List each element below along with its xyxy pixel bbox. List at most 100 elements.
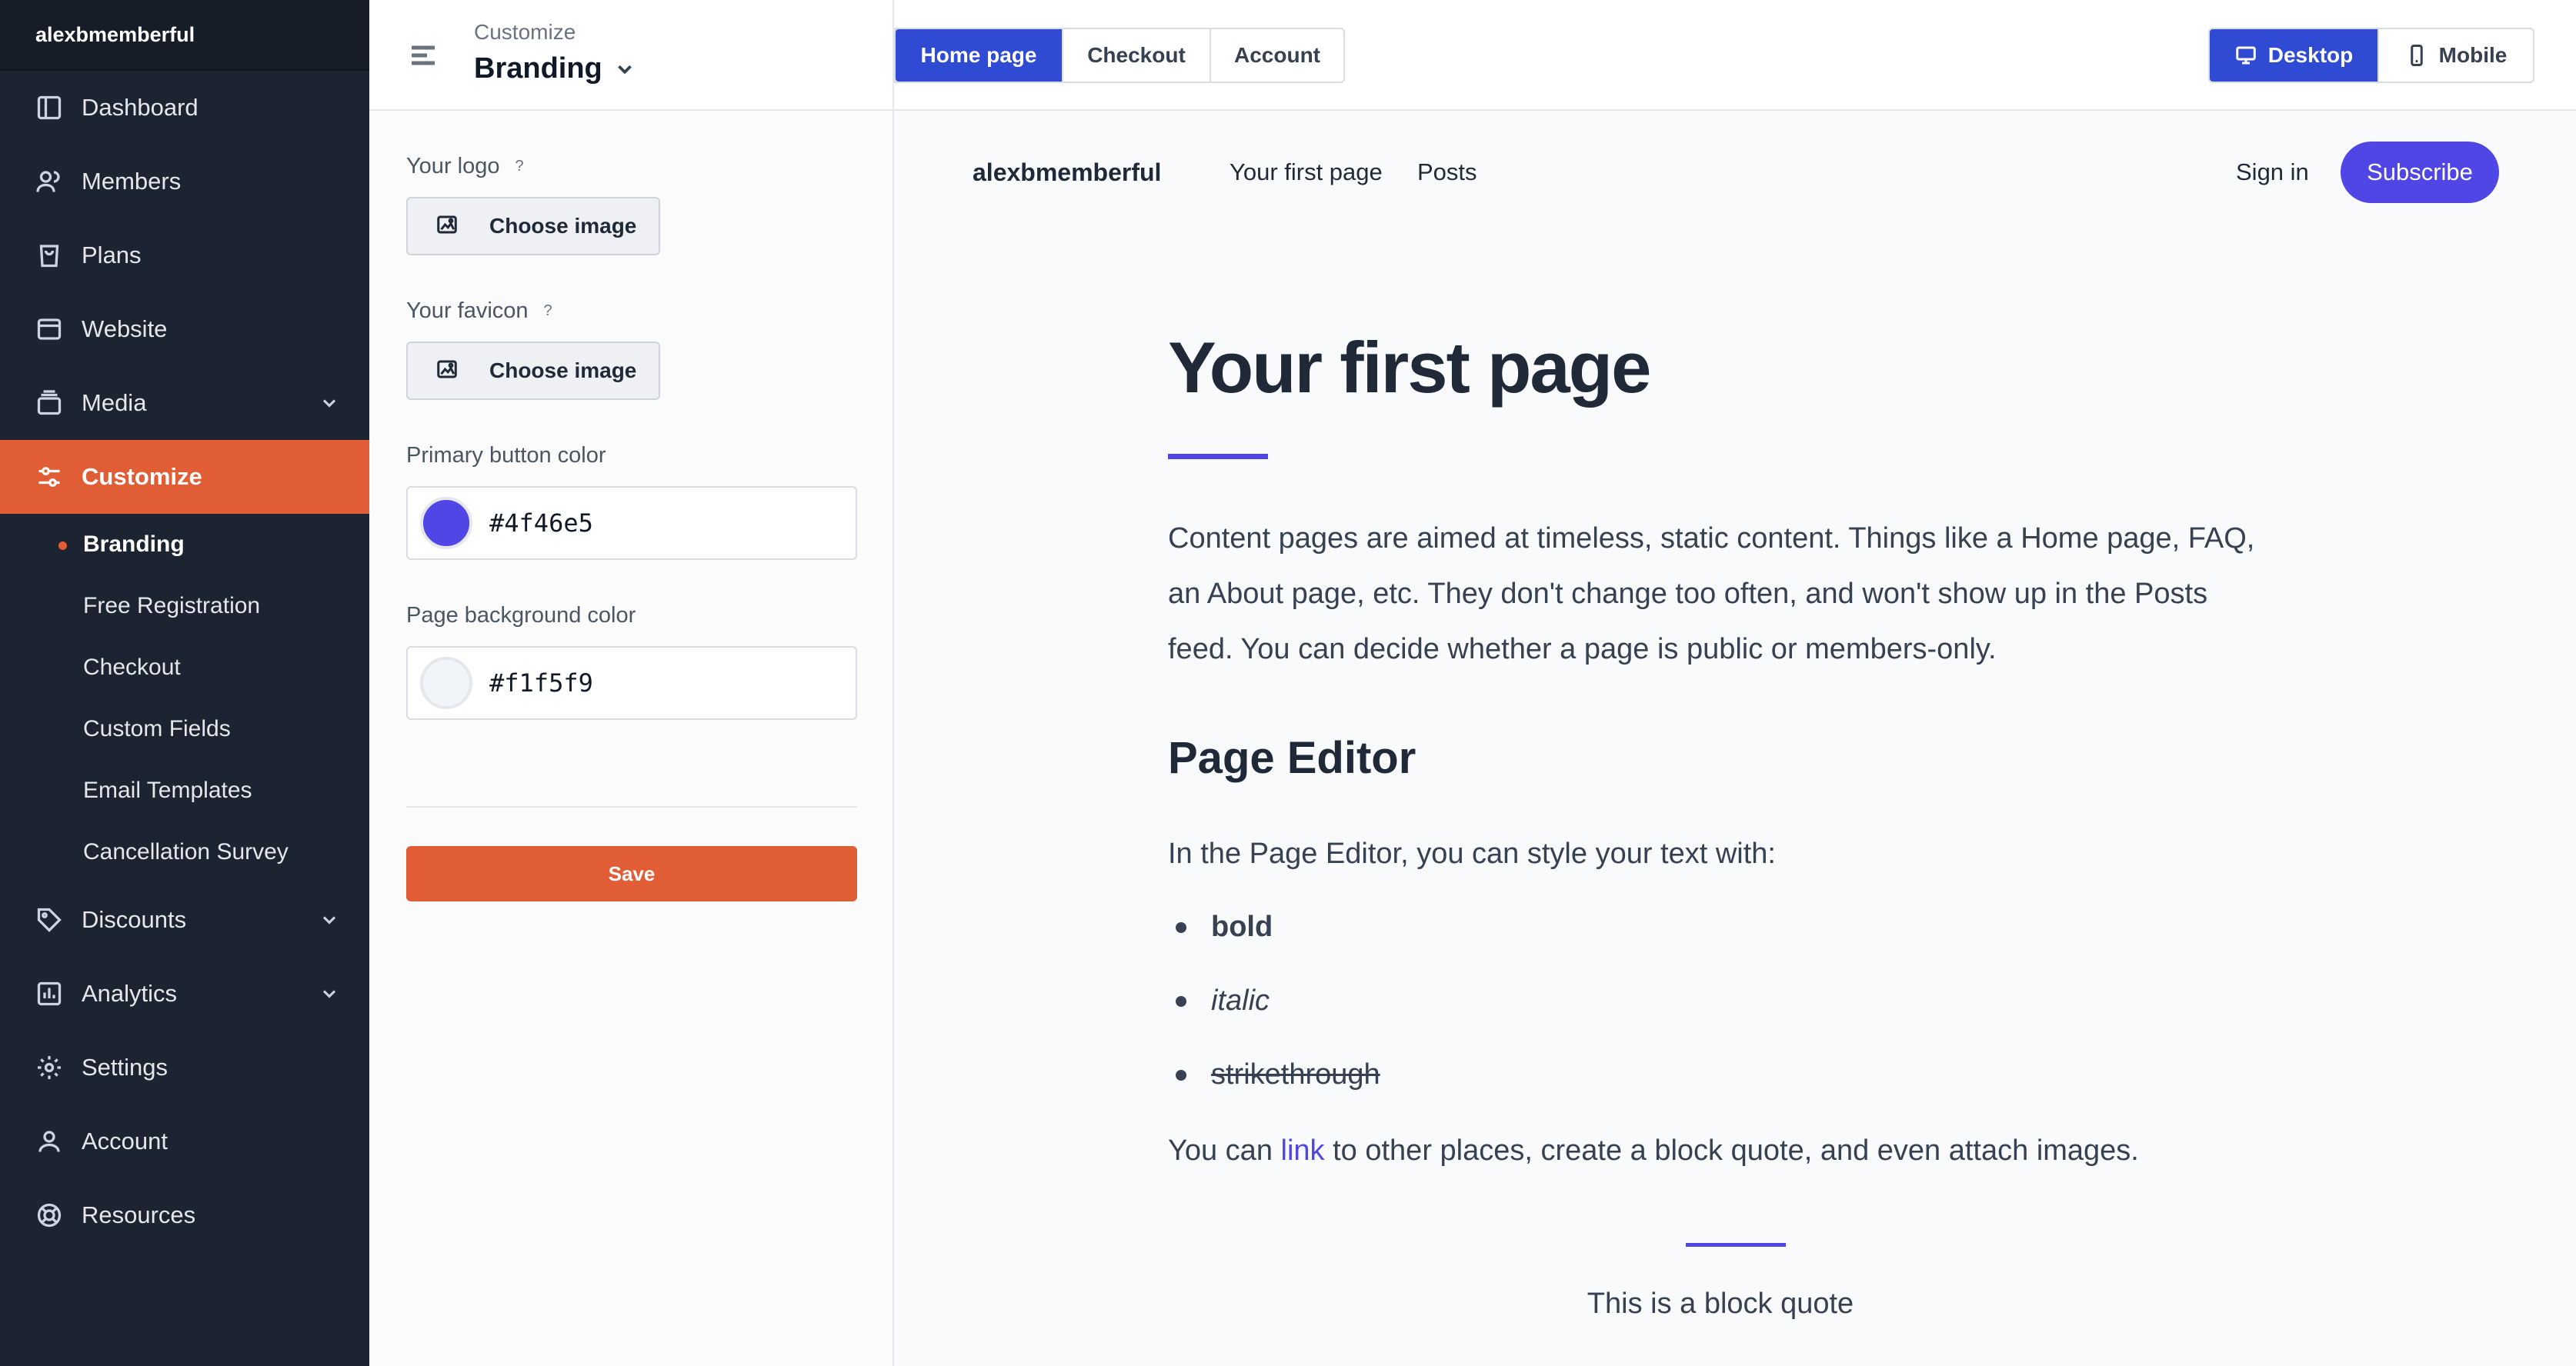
sidebar-subitem-free-registration[interactable]: Free Registration (0, 575, 369, 637)
primary-color-value[interactable]: #4f46e5 (489, 508, 593, 538)
sidebar-item-label: Plans (82, 242, 142, 268)
sidebar-item-website[interactable]: Website (0, 292, 369, 366)
list-item: strikethrough (1168, 1058, 1380, 1091)
menu-icon[interactable] (408, 40, 439, 71)
sidebar-item-analytics[interactable]: Analytics (0, 957, 369, 1031)
preview-inline-link[interactable]: link (1281, 1134, 1325, 1167)
primary-color-swatch[interactable] (420, 497, 472, 549)
sidebar-item-label: Resources (82, 1201, 196, 1228)
page-switcher: Home page Checkout Account (894, 28, 1345, 83)
favicon-label-text: Your favicon (406, 298, 529, 323)
background-color-field[interactable]: #f1f5f9 (406, 646, 857, 720)
blockquote-text: This is a block quote (1587, 1288, 1854, 1320)
sidebar-item-plans[interactable]: Plans (0, 218, 369, 292)
sidebar-item-label: Website (82, 315, 168, 342)
help-icon[interactable]: ? (515, 158, 523, 175)
mobile-icon (2410, 45, 2423, 66)
panel-title: Branding (474, 52, 602, 85)
device-mobile-label: Mobile (2438, 43, 2508, 67)
help-icon[interactable]: ? (544, 302, 552, 320)
sidebar-item-dashboard[interactable]: Dashboard (0, 71, 369, 145)
dashboard-icon (34, 92, 65, 123)
list-item-italic: italic (1211, 985, 1270, 1017)
tag-icon (34, 905, 65, 935)
device-switcher: Desktop Mobile (2208, 28, 2534, 83)
preview-nav-first-page[interactable]: Your first page (1230, 158, 1383, 186)
active-dot (58, 541, 67, 550)
sidebar-subitem-label: Custom Fields (83, 716, 231, 741)
chevron-down-icon (319, 983, 340, 1005)
chevron-down-icon (617, 65, 632, 74)
list-item-bold: bold (1211, 911, 1273, 943)
preview-sign-in[interactable]: Sign in (2236, 158, 2309, 186)
primary-color-field[interactable]: #4f46e5 (406, 486, 857, 560)
site-preview: alexbmemberful Your first page Posts Sig… (894, 111, 2576, 1366)
bullet (1176, 921, 1186, 933)
sidebar-item-label: Media (82, 389, 147, 416)
bar-chart-icon (34, 978, 65, 1009)
sidebar-subitem-label: Email Templates (83, 778, 252, 803)
tab-home-page[interactable]: Home page (896, 29, 1063, 82)
preview-subscribe-button[interactable]: Subscribe (2341, 142, 2499, 203)
sidebar-subitem-custom-fields[interactable]: Custom Fields (0, 698, 369, 760)
sidebar-item-settings[interactable]: Settings (0, 1031, 369, 1104)
bullet (1176, 995, 1186, 1007)
paragraph-text: to other places, create a block quote, a… (1324, 1134, 2139, 1167)
preview-nav-posts[interactable]: Posts (1417, 158, 1477, 186)
sidebar-subitem-cancellation-survey[interactable]: Cancellation Survey (0, 821, 369, 883)
background-color-value[interactable]: #f1f5f9 (489, 668, 593, 698)
gear-icon (34, 1052, 65, 1083)
sidebar-item-media[interactable]: Media (0, 366, 369, 440)
sidebar-subitem-label: Cancellation Survey (83, 839, 289, 865)
paragraph-text: You can (1168, 1134, 1281, 1167)
sidebar-item-members[interactable]: Members (0, 145, 369, 218)
sidebar-item-label: Members (82, 168, 182, 195)
account-name[interactable]: alexbmemberful (0, 0, 369, 71)
sidebar-item-label: Account (82, 1128, 169, 1154)
device-mobile-button[interactable]: Mobile (2379, 29, 2533, 82)
divider (406, 806, 857, 808)
heading-underline (1168, 454, 1268, 459)
chevron-down-icon (319, 392, 340, 414)
sidebar-item-account[interactable]: Account (0, 1104, 369, 1178)
sidebar-subitem-checkout[interactable]: Checkout (0, 637, 369, 698)
preview-site-name[interactable]: alexbmemberful (973, 158, 1161, 187)
panel-eyebrow: Customize (474, 20, 576, 44)
sidebar-subitem-label: Free Registration (83, 593, 261, 618)
background-color-label: Page background color (406, 603, 636, 628)
device-desktop-label: Desktop (2267, 43, 2354, 67)
sidebar-item-customize[interactable]: Customize (0, 440, 369, 514)
sidebar-subitem-email-templates[interactable]: Email Templates (0, 760, 369, 821)
bullet (1176, 1069, 1186, 1081)
sidebar-subitem-branding[interactable]: Branding (0, 514, 369, 575)
choose-logo-button[interactable]: Choose image (406, 197, 660, 255)
save-button[interactable]: Save (406, 846, 857, 901)
list-item-strikethrough: strikethrough (1211, 1058, 1380, 1091)
choose-favicon-button[interactable]: Choose image (406, 342, 660, 400)
logo-label: Your logo ? (406, 154, 524, 179)
panel-title-dropdown[interactable]: Branding (474, 52, 636, 85)
choose-image-label: Choose image (489, 214, 637, 238)
preview-subheading: Page Editor (1168, 733, 1416, 783)
user-icon (34, 1126, 65, 1157)
device-desktop-button[interactable]: Desktop (2210, 29, 2379, 82)
image-icon (435, 213, 462, 239)
primary-color-label: Primary button color (406, 443, 606, 468)
tab-checkout[interactable]: Checkout (1063, 29, 1211, 82)
branding-panel: Customize Branding Your logo ? Choose im… (369, 0, 894, 1366)
users-icon (34, 166, 65, 197)
preview-intro-paragraph: Content pages are aimed at timeless, sta… (1168, 511, 2307, 677)
bag-icon (34, 240, 65, 271)
choose-image-label: Choose image (489, 358, 637, 382)
tab-account[interactable]: Account (1211, 29, 1343, 82)
media-icon (34, 388, 65, 418)
lifebuoy-icon (34, 1200, 65, 1231)
sidebar-item-label: Settings (82, 1054, 169, 1081)
background-color-swatch[interactable] (420, 657, 472, 709)
sidebar-item-resources[interactable]: Resources (0, 1178, 369, 1252)
list-item: italic (1168, 985, 1270, 1018)
logo-label-text: Your logo (406, 154, 500, 178)
sliders-icon (34, 461, 65, 492)
sidebar-subitem-label: Checkout (83, 655, 181, 680)
sidebar-item-discounts[interactable]: Discounts (0, 883, 369, 957)
